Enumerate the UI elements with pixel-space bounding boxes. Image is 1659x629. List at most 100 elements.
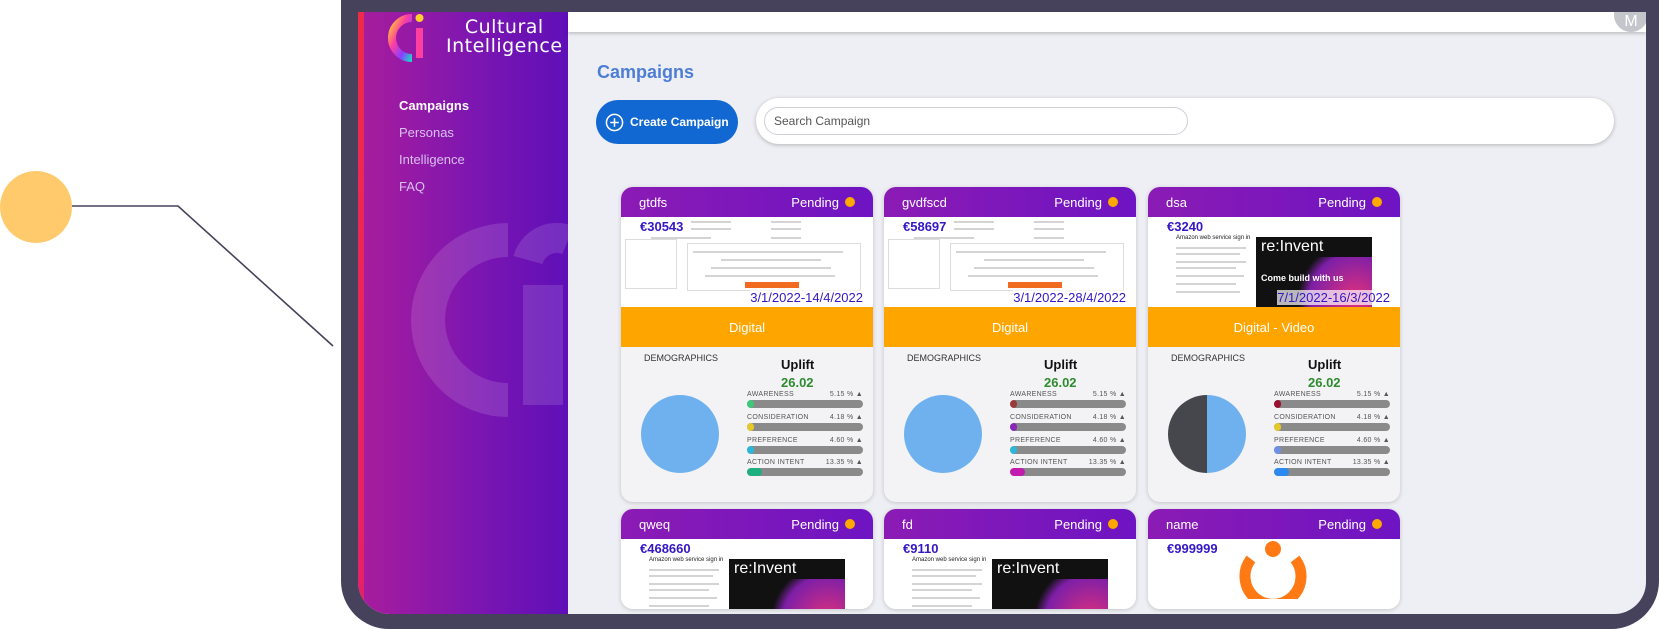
create-campaign-button[interactable]: Create Campaign	[596, 100, 738, 144]
status-dot-icon	[1108, 197, 1118, 207]
metric-awareness: AWARENESS 5.15 % ▲	[1010, 391, 1126, 408]
thumbnail-text-line	[912, 575, 976, 577]
campaign-date-range: 7/1/2022-16/3/2022	[1277, 290, 1390, 305]
campaign-card[interactable]: gtdfs Pending €30543 3/1/2022-14/4/2022 Digi…	[621, 187, 873, 502]
campaign-thumbnail: Amazon web service sign in re:Invent €9110	[884, 539, 1136, 609]
metric-name: CONSIDERATION	[1010, 414, 1072, 421]
campaign-card[interactable]: fd Pending Amazon web service sign in re:In…	[884, 509, 1136, 609]
metric-value: 5.15 % ▲	[1356, 391, 1390, 398]
metric-progress-fill	[1010, 400, 1017, 408]
campaign-card-header: dsa Pending	[1148, 187, 1400, 217]
brand-name-line2: Intelligence	[446, 35, 563, 57]
thumbnail-text-line	[1176, 283, 1236, 285]
thumbnail-text-line	[912, 597, 980, 599]
metric-awareness: AWARENESS 5.15 % ▲	[1274, 391, 1390, 408]
metric-name: PREFERENCE	[747, 437, 798, 444]
metric-progress-fill	[1274, 423, 1281, 431]
metric-row: AWARENESS 5.15 % ▲	[747, 391, 863, 398]
metric-value: 13.35 % ▲	[825, 459, 863, 466]
thumbnail-reinvent-banner: re:Invent	[729, 559, 845, 609]
thumbnail-text-line	[974, 267, 1094, 269]
campaign-budget: €9110	[903, 541, 939, 556]
thumbnail-text-line	[1176, 275, 1244, 277]
metric-row: PREFERENCE 4.60 % ▲	[1274, 437, 1390, 444]
thumbnail-banner-logo: re:Invent	[734, 560, 797, 577]
thumbnail-orange-button	[745, 282, 799, 288]
sidebar-item-personas[interactable]: Personas	[399, 125, 469, 152]
status-label: Pending	[1054, 194, 1102, 210]
sidebar-nav: Campaigns Personas Intelligence FAQ	[399, 98, 469, 206]
thumbnail-banner-logo: re:Invent	[997, 560, 1060, 577]
demographics-label: DEMOGRAPHICS	[907, 353, 982, 363]
search-bar	[756, 98, 1614, 144]
status-dot-icon	[1108, 519, 1118, 529]
thumbnail-text-line	[1034, 228, 1064, 230]
thumbnail-text-line	[771, 237, 801, 239]
metric-value: 5.15 % ▲	[829, 391, 863, 398]
metric-consideration: CONSIDERATION 4.18 % ▲	[747, 414, 863, 431]
thumbnail-text-line	[771, 228, 801, 230]
thumbnail-text-line	[1176, 247, 1246, 249]
thumbnail-text-line	[1176, 291, 1240, 293]
pie-slice	[641, 395, 719, 473]
campaign-card-body: DEMOGRAPHICS Uplift 26.02 AWARENESS 5.15 % ▲…	[884, 347, 1136, 502]
uplift-label: Uplift	[1044, 357, 1078, 372]
thumbnail-heading: Amazon web service sign in	[912, 557, 987, 563]
metric-value: 4.60 % ▲	[829, 437, 863, 444]
metric-action-intent: ACTION INTENT 13.35 % ▲	[1274, 459, 1390, 476]
campaign-card[interactable]: gvdfscd Pending €58697 3/1/2022-28/4/2022 Di…	[884, 187, 1136, 502]
status-label: Pending	[791, 194, 839, 210]
demographics-pie-chart	[904, 395, 982, 473]
metric-progress-bar	[1010, 468, 1126, 476]
metric-progress-bar	[1274, 468, 1390, 476]
campaign-budget: €3240	[1167, 219, 1204, 234]
metric-progress-bar	[1010, 446, 1126, 454]
metric-progress-fill	[747, 446, 754, 454]
metric-progress-bar	[1274, 446, 1390, 454]
status-badge: Pending	[791, 517, 855, 532]
metric-name: PREFERENCE	[1010, 437, 1061, 444]
thumbnail-banner-glow	[765, 579, 845, 609]
metric-progress-bar	[1010, 423, 1126, 431]
thumbnail-text-line	[912, 569, 982, 571]
metric-consideration: CONSIDERATION 4.18 % ▲	[1010, 414, 1126, 431]
campaign-name: qweq	[639, 516, 671, 532]
campaign-card[interactable]: qweq Pending Amazon web service sign in re:…	[621, 509, 873, 609]
campaign-name: name	[1166, 516, 1199, 532]
campaign-card-header: fd Pending	[884, 509, 1136, 539]
metric-action-intent: ACTION INTENT 13.35 % ▲	[1010, 459, 1126, 476]
demographics-label: DEMOGRAPHICS	[644, 353, 719, 363]
campaign-card[interactable]: name Pending €999999	[1148, 509, 1400, 609]
thumbnail-text-line	[711, 267, 831, 269]
metric-value: 4.60 % ▲	[1356, 437, 1390, 444]
metric-progress-bar	[1274, 400, 1390, 408]
demographics-label: DEMOGRAPHICS	[1171, 353, 1246, 363]
status-badge: Pending	[1318, 517, 1382, 532]
campaign-channel: Digital	[621, 307, 873, 347]
thumbnail-text-line	[721, 259, 821, 261]
campaign-card[interactable]: dsa Pending Amazon web service sign in re:I…	[1148, 187, 1400, 502]
pie-slice	[904, 395, 982, 473]
brand-name: Cultural Intelligence	[446, 18, 563, 56]
uplift-label: Uplift	[781, 357, 815, 372]
campaign-thumbnail: Amazon web service sign in re:Invent €4686…	[621, 539, 873, 609]
metric-value: 13.35 % ▲	[1088, 459, 1126, 466]
campaign-card-body: DEMOGRAPHICS Uplift 26.02 AWARENESS 5.15 % ▲…	[1148, 347, 1400, 502]
sidebar-item-intelligence[interactable]: Intelligence	[399, 152, 469, 179]
sidebar-item-campaigns[interactable]: Campaigns	[399, 98, 469, 125]
metric-row: CONSIDERATION 4.18 % ▲	[747, 414, 863, 421]
metric-progress-fill	[1010, 446, 1017, 454]
uplift-value: 26.02	[1044, 375, 1077, 390]
campaign-date-range: 3/1/2022-28/4/2022	[1013, 290, 1126, 305]
metric-progress-fill	[1274, 468, 1290, 476]
campaign-name: gtdfs	[639, 194, 668, 210]
metric-preference: PREFERENCE 4.60 % ▲	[1274, 437, 1390, 454]
metric-name: AWARENESS	[1274, 391, 1321, 398]
metric-progress-bar	[747, 446, 863, 454]
search-input[interactable]	[764, 107, 1188, 135]
thumbnail-sidebar-panel	[625, 239, 677, 289]
metric-row: PREFERENCE 4.60 % ▲	[747, 437, 863, 444]
campaign-date-range: 3/1/2022-14/4/2022	[750, 290, 863, 305]
create-campaign-label: Create Campaign	[630, 115, 729, 129]
metric-row: PREFERENCE 4.60 % ▲	[1010, 437, 1126, 444]
